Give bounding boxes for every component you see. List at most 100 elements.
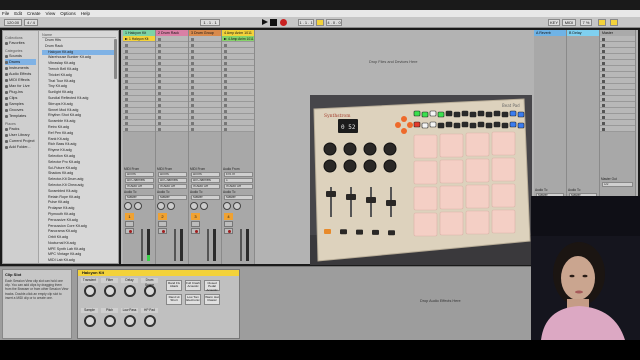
scene-launch-icon[interactable] — [602, 115, 605, 119]
output-select[interactable]: Master — [191, 195, 220, 200]
clip-stop-icon[interactable] — [191, 121, 194, 125]
stop-button[interactable] — [270, 19, 277, 26]
clip-stop-icon[interactable] — [191, 37, 194, 41]
clip-stop-icon[interactable] — [125, 85, 128, 89]
drum-pad-slot[interactable]: Warm Hat Classic — [204, 294, 220, 305]
send-knob[interactable] — [200, 202, 208, 210]
clip-stop-icon[interactable] — [191, 103, 194, 107]
clip-stop-icon[interactable] — [191, 109, 194, 113]
tempo-field[interactable]: 120.00 — [4, 19, 22, 26]
place-add-folder[interactable]: Add Folder... — [5, 144, 36, 150]
volume-fader[interactable] — [240, 229, 242, 261]
clip-stop-icon[interactable] — [125, 55, 128, 59]
monitor-select[interactable]: In Auto Off — [224, 184, 253, 189]
clip-stop-icon[interactable] — [224, 67, 227, 71]
collection-favorites[interactable]: Favorites — [5, 40, 36, 46]
clip-stop-icon[interactable] — [158, 109, 161, 113]
input-type-select[interactable]: All Ins — [125, 172, 154, 177]
clip-stop-icon[interactable] — [191, 73, 194, 77]
clip-stop-icon[interactable] — [158, 127, 161, 131]
drum-pad-slot[interactable]: Low Tom Electronic — [185, 294, 201, 305]
solo-button[interactable] — [125, 221, 134, 227]
monitor-select[interactable]: In Auto Off — [191, 184, 220, 189]
clip-stop-icon[interactable] — [191, 127, 194, 131]
track-activator-button[interactable]: 3 — [191, 213, 200, 220]
solo-button[interactable] — [158, 221, 167, 227]
solo-button[interactable] — [224, 221, 233, 227]
clip-stop-icon[interactable] — [191, 61, 194, 65]
monitor-select[interactable]: In Auto Off — [125, 184, 154, 189]
clip-stop-icon[interactable] — [191, 43, 194, 47]
track-activator-button[interactable]: 2 — [158, 213, 167, 220]
clip-stop-icon[interactable] — [125, 43, 128, 47]
play-button[interactable] — [262, 19, 268, 25]
macro-knob[interactable] — [83, 285, 96, 297]
clip-stop-icon[interactable] — [224, 109, 227, 113]
browser-scrollbar[interactable] — [114, 39, 117, 79]
clip-stop-icon[interactable] — [224, 79, 227, 83]
drum-pad-slot[interactable]: Rand Hi Short — [166, 294, 182, 305]
volume-fader[interactable] — [174, 229, 176, 261]
loop-length-field[interactable]: 4 . 0 . 0 — [326, 19, 342, 26]
clip-stop-icon[interactable] — [158, 73, 161, 77]
clip-stop-icon[interactable] — [224, 85, 227, 89]
clip-stop-icon[interactable] — [224, 127, 227, 131]
scene-launch-icon[interactable] — [602, 91, 605, 95]
clip-stop-icon[interactable] — [158, 121, 161, 125]
clip-stop-icon[interactable] — [125, 61, 128, 65]
solo-button[interactable] — [191, 221, 200, 227]
clip-stop-icon[interactable] — [125, 115, 128, 119]
scene-launch-icon[interactable] — [602, 43, 605, 47]
menu-edit[interactable]: Edit — [14, 11, 22, 16]
drum-pad-slot[interactable]: Rand Fix Attack — [166, 280, 182, 291]
menu-file[interactable]: File — [2, 11, 9, 16]
send-knob[interactable] — [223, 202, 231, 210]
clip-stop-icon[interactable] — [224, 49, 227, 53]
clip-slot[interactable] — [156, 126, 188, 132]
return-track-title-bar[interactable]: B Delay — [567, 30, 599, 36]
clip-stop-icon[interactable] — [125, 97, 128, 101]
clip-stop-icon[interactable] — [191, 67, 194, 71]
category-templates[interactable]: Templates — [5, 113, 36, 119]
clip-stop-icon[interactable] — [191, 55, 194, 59]
scene-launch-icon[interactable] — [602, 85, 605, 89]
arm-button[interactable] — [191, 228, 200, 234]
output-select[interactable]: Master — [224, 195, 253, 200]
arm-button[interactable] — [125, 228, 134, 234]
clip-stop-icon[interactable] — [158, 61, 161, 65]
output-select[interactable]: Master — [158, 195, 187, 200]
clip-slot[interactable] — [189, 126, 221, 132]
clip-stop-icon[interactable] — [158, 85, 161, 89]
clip-stop-icon[interactable] — [158, 55, 161, 59]
scene-launch-icon[interactable] — [602, 127, 605, 131]
clip-stop-icon[interactable] — [158, 49, 161, 53]
clip-stop-icon[interactable] — [224, 115, 227, 119]
clip-stop-icon[interactable] — [158, 67, 161, 71]
input-type-select[interactable]: Ext. In — [224, 172, 253, 177]
clip-stop-icon[interactable] — [125, 109, 128, 113]
menu-options[interactable]: Options — [60, 11, 76, 16]
clip-stop-icon[interactable] — [125, 49, 128, 53]
clip-stop-icon[interactable] — [125, 73, 128, 77]
clip-stop-icon[interactable] — [158, 115, 161, 119]
clip-stop-icon[interactable] — [125, 103, 128, 107]
scene-launch-icon[interactable] — [602, 79, 605, 83]
clip-stop-icon[interactable] — [158, 97, 161, 101]
scene-launch-icon[interactable] — [602, 67, 605, 71]
input-channel-select[interactable]: 1 — [224, 178, 253, 183]
clip-stop-icon[interactable] — [125, 121, 128, 125]
scene-launch-icon[interactable] — [602, 109, 605, 113]
scene-launch-slot[interactable] — [600, 126, 635, 132]
input-channel-select[interactable]: All Channels — [191, 178, 220, 183]
clip-stop-icon[interactable] — [125, 79, 128, 83]
menu-help[interactable]: Help — [81, 11, 90, 16]
menu-create[interactable]: Create — [27, 11, 41, 16]
clip-stop-icon[interactable] — [224, 97, 227, 101]
clip-stop-icon[interactable] — [191, 97, 194, 101]
clip-stop-icon[interactable] — [158, 37, 161, 41]
scene-launch-icon[interactable] — [602, 97, 605, 101]
macro-knob[interactable] — [123, 315, 136, 327]
clip-stop-icon[interactable] — [158, 91, 161, 95]
macro-knob[interactable] — [103, 285, 116, 297]
master-output-select[interactable]: 1/2 — [602, 182, 633, 187]
